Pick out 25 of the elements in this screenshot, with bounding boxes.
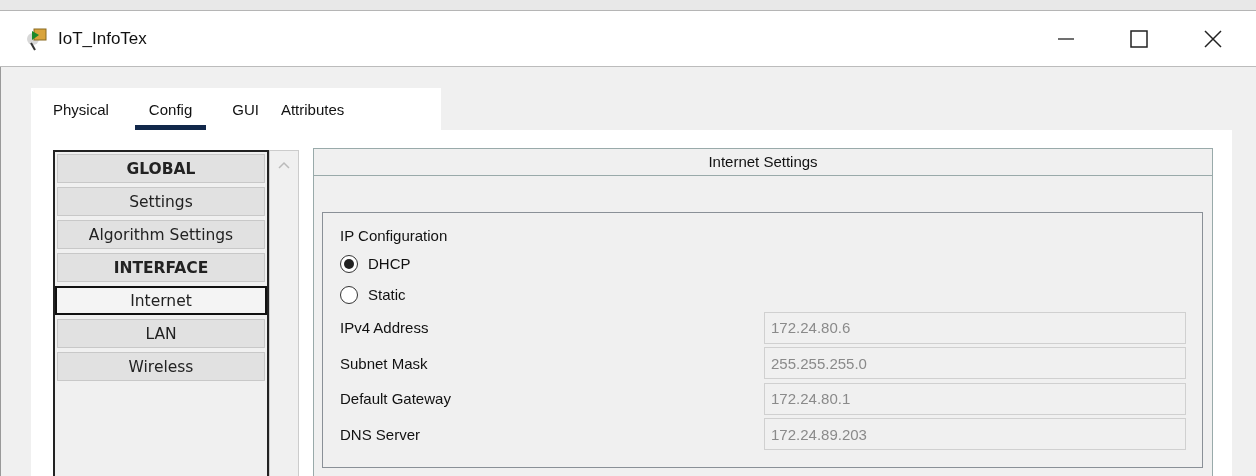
sidebar-item[interactable]: Wireless (57, 352, 265, 381)
group-label: IP Configuration (340, 227, 449, 244)
window-title: IoT_InfoTex (58, 28, 147, 49)
sidebar-item[interactable]: Algorithm Settings (57, 220, 265, 249)
tab[interactable]: GUI (224, 88, 267, 130)
maximize-icon[interactable] (1130, 29, 1148, 48)
sidebar-item[interactable]: LAN (57, 319, 265, 348)
panel-title: Internet Settings (314, 149, 1212, 176)
radio-button[interactable] (340, 254, 358, 273)
app-icon (24, 25, 50, 52)
sidebar-item[interactable]: Settings (57, 187, 265, 216)
tab[interactable]: Attributes (272, 88, 353, 130)
field-label: DNS Server (340, 425, 422, 443)
sidebar-item[interactable]: Internet (55, 286, 267, 315)
radio-label[interactable]: Static (368, 286, 406, 303)
close-icon[interactable] (1204, 29, 1222, 48)
sidebar-header[interactable]: INTERFACE (57, 253, 265, 282)
scrollbar[interactable] (269, 150, 299, 476)
radio-label[interactable]: DHCP (368, 255, 411, 272)
radio-button[interactable] (340, 285, 358, 304)
field-label: IPv4 Address (340, 319, 430, 337)
field-label: Subnet Mask (340, 354, 429, 372)
tab[interactable]: Physical (45, 88, 117, 130)
sidebar-header[interactable]: GLOBAL (57, 154, 265, 183)
field-label: Default Gateway (340, 390, 452, 408)
